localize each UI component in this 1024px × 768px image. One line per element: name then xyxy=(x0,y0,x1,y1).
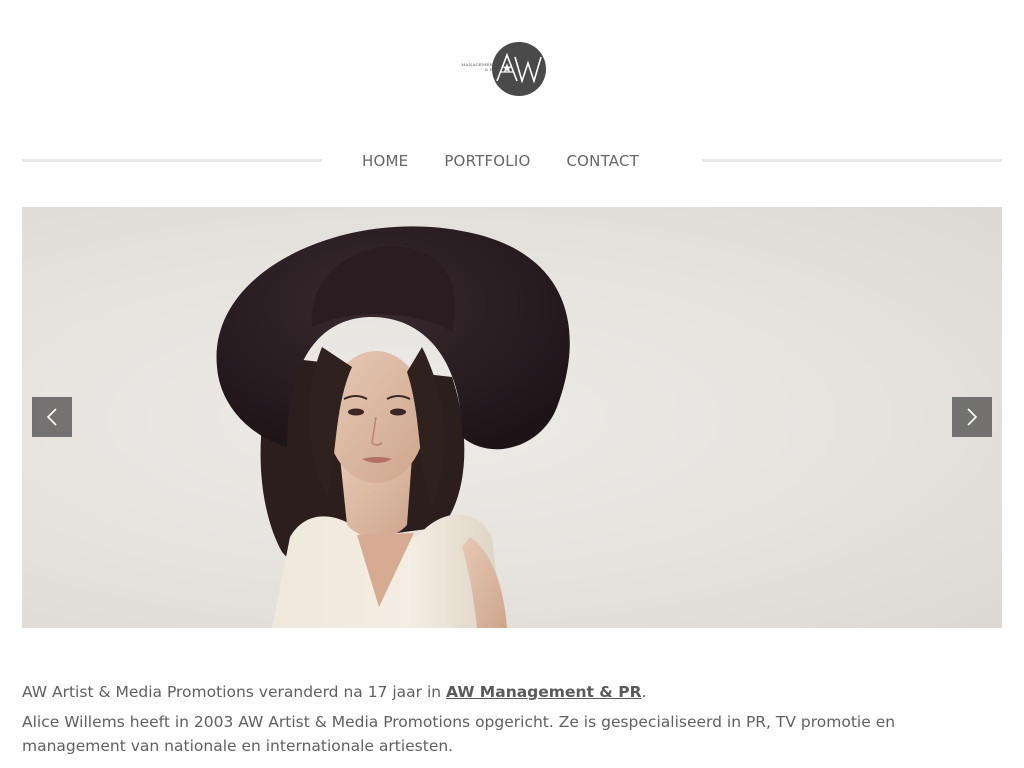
nav-divider-left xyxy=(22,159,322,162)
hero-image xyxy=(216,226,570,628)
logo-text-line2: & PR xyxy=(484,67,496,72)
hero-slider xyxy=(22,207,1002,628)
company-link[interactable]: AW Management & PR xyxy=(446,683,642,701)
slider-prev-button[interactable] xyxy=(32,397,72,437)
nav-item-home[interactable]: HOME xyxy=(362,151,408,171)
main-navigation: HOME PORTFOLIO CONTACT xyxy=(22,140,1002,180)
logo-wordmark: MANAGEMENT & PR xyxy=(452,62,496,72)
logo-monogram-icon xyxy=(492,42,546,96)
site-logo[interactable]: MANAGEMENT & PR xyxy=(452,40,548,98)
intro-text-after-link: . xyxy=(641,683,647,701)
intro-text-before-link: AW Artist & Media Promotions veranderd n… xyxy=(22,683,447,701)
slider-next-button[interactable] xyxy=(952,397,992,437)
intro-paragraph-1: AW Artist & Media Promotions veranderd n… xyxy=(22,680,1002,704)
nav-item-portfolio[interactable]: PORTFOLIO xyxy=(444,151,530,171)
nav-divider-right xyxy=(702,159,1002,162)
intro-content: AW Artist & Media Promotions veranderd n… xyxy=(22,680,1002,764)
chevron-left-icon xyxy=(46,408,57,426)
intro-paragraph-2: Alice Willems heeft in 2003 AW Artist & … xyxy=(22,713,896,755)
chevron-right-icon xyxy=(967,408,978,426)
nav-item-contact[interactable]: CONTACT xyxy=(566,151,639,171)
nav-menu: HOME PORTFOLIO CONTACT xyxy=(362,151,639,171)
page: MANAGEMENT & PR HOME PORTFOLIO CONTACT A… xyxy=(0,0,1024,768)
